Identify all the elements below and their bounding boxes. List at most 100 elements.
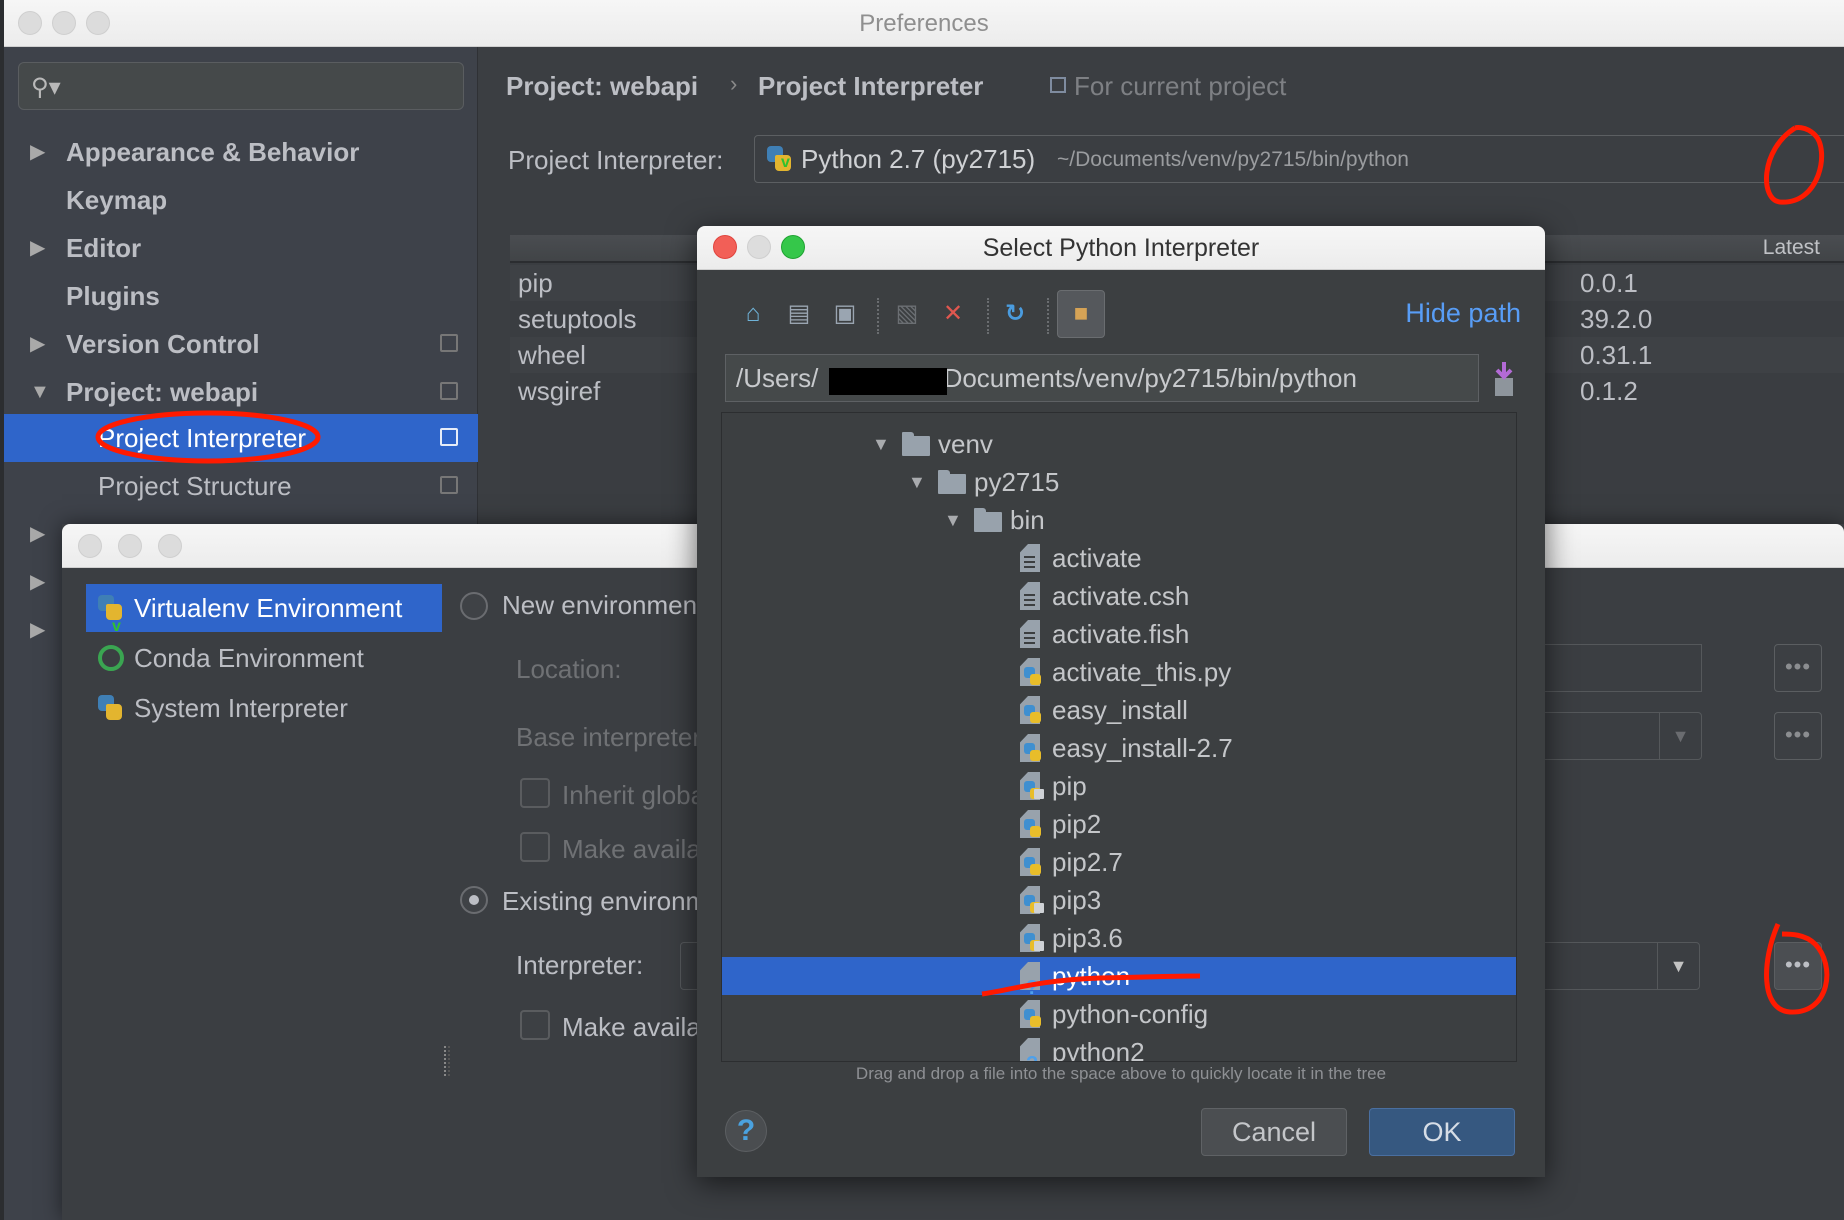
download-path-icon[interactable]	[1493, 362, 1515, 396]
new-environment-label: New environment	[502, 590, 705, 620]
tree-file[interactable]: activate.csh	[722, 577, 1516, 615]
hide-path-link[interactable]: Hide path	[1405, 298, 1521, 329]
tree-file[interactable]: activate_this.py	[722, 653, 1516, 691]
text-file-icon	[1020, 544, 1040, 572]
settings-search-input[interactable]: ⚲▾	[18, 62, 464, 110]
path-input[interactable]: /Users//Documents/venv/py2715/bin/python	[725, 354, 1479, 402]
location-label: Location:	[516, 654, 622, 684]
expand-arrow-icon[interactable]: ▶	[30, 128, 45, 176]
delete-icon[interactable]: ✕	[935, 296, 971, 332]
expand-arrow-icon[interactable]: ▶	[30, 224, 45, 272]
python-icon	[1024, 705, 1042, 723]
sidebar-item-appearance[interactable]: ▶ Appearance & Behavior	[4, 128, 478, 176]
tree-file[interactable]: pip2	[722, 805, 1516, 843]
new-environment-radio[interactable]	[460, 592, 488, 620]
folder-icon	[902, 432, 930, 456]
interpreter-label: Interpreter:	[516, 950, 644, 980]
file-tree[interactable]: ▼ venv ▼ py2715 ▼ bin activate activate.csh acti…	[721, 412, 1517, 1062]
tree-file[interactable]: python-config	[722, 995, 1516, 1033]
breadcrumb-project[interactable]: Project: webapi	[506, 71, 698, 102]
show-hidden-files-icon[interactable]: ■	[1057, 290, 1105, 338]
collapse-arrow-icon[interactable]: ▼	[944, 501, 962, 539]
make-available-checkbox[interactable]	[520, 832, 550, 862]
tree-file[interactable]: ? python	[722, 957, 1516, 999]
sidebar-item-version-control[interactable]: ▶ Version Control	[4, 320, 478, 368]
project-settings-icon	[440, 382, 458, 400]
env-type-system[interactable]: System Interpreter	[86, 684, 442, 732]
expand-arrow-icon[interactable]: ▶	[30, 558, 45, 606]
tree-folder[interactable]: ▼ venv	[722, 425, 1516, 463]
breadcrumb-current: Project Interpreter	[758, 71, 984, 101]
tree-file[interactable]: easy_install	[722, 691, 1516, 729]
tree-folder[interactable]: ▼ bin	[722, 501, 1516, 539]
minimize-button[interactable]	[118, 534, 142, 558]
redacted-username	[829, 368, 947, 395]
tree-item-label: python2	[1052, 1037, 1145, 1062]
zoom-button[interactable]	[158, 534, 182, 558]
sidebar-item-project[interactable]: ▼ Project: webapi	[4, 368, 478, 416]
sidebar-item-plugins[interactable]: Plugins	[4, 272, 478, 320]
existing-interpreter-browse-button[interactable]: •••	[1774, 942, 1822, 990]
collapse-arrow-icon[interactable]: ▼	[908, 463, 926, 501]
project-folder-icon[interactable]: ▣	[827, 296, 863, 332]
tree-file[interactable]: activate.fish	[722, 615, 1516, 653]
window-title: Preferences	[859, 10, 989, 37]
folder-icon	[938, 470, 966, 494]
drag-drop-hint: Drag and drop a file into the space abov…	[855, 1064, 1387, 1083]
tree-item-label: pip	[1052, 771, 1087, 801]
existing-environment-radio[interactable]	[460, 886, 488, 914]
tree-item-label: activate.csh	[1052, 581, 1190, 611]
tree-file[interactable]: ? python2	[722, 1033, 1516, 1062]
expand-arrow-icon[interactable]: ▶	[30, 510, 45, 558]
tree-file[interactable]: pip3.6	[722, 919, 1516, 957]
tree-item-label: py2715	[974, 467, 1060, 497]
env-type-virtualenv[interactable]: v Virtualenv Environment	[86, 584, 442, 635]
expand-arrow-icon[interactable]: ▶	[30, 320, 45, 368]
python-icon	[98, 695, 124, 721]
toolbar-separator	[1047, 298, 1049, 334]
tree-file[interactable]: pip2.7	[722, 843, 1516, 881]
tree-file[interactable]: easy_install-2.7	[722, 729, 1516, 767]
toolbar-separator	[987, 298, 989, 334]
python-virtualenv-icon: v	[98, 595, 124, 635]
new-folder-icon[interactable]: ▧	[889, 296, 925, 332]
lock-icon	[1034, 789, 1044, 799]
column-latest[interactable]: Latest	[1763, 236, 1820, 260]
tree-folder[interactable]: ▼ py2715	[722, 463, 1516, 501]
tree-item-label: pip2.7	[1052, 847, 1123, 877]
collapse-arrow-icon[interactable]: ▼	[30, 368, 50, 416]
base-interpreter-browse-button[interactable]: •••	[1774, 712, 1822, 760]
tree-item-label: easy_install-2.7	[1052, 733, 1233, 763]
tree-item-label: venv	[938, 429, 993, 459]
python-icon	[1024, 1009, 1042, 1027]
expand-arrow-icon[interactable]: ▶	[30, 606, 45, 654]
refresh-icon[interactable]: ↻	[997, 296, 1033, 332]
resize-handle[interactable]	[444, 1046, 450, 1076]
sidebar-item-project-structure[interactable]: Project Structure	[4, 462, 478, 510]
dialog-title: Select Python Interpreter	[982, 234, 1260, 262]
desktop-icon[interactable]: ▤	[781, 296, 817, 332]
tree-file[interactable]: activate	[722, 539, 1516, 577]
help-button[interactable]: ?	[725, 1110, 767, 1152]
collapse-arrow-icon[interactable]: ▼	[872, 425, 890, 463]
env-type-conda[interactable]: Conda Environment	[86, 634, 442, 682]
make-available-all-checkbox[interactable]	[520, 1010, 550, 1040]
home-icon[interactable]: ⌂	[735, 296, 771, 332]
location-browse-button[interactable]: •••	[1774, 644, 1822, 692]
breadcrumb-separator: ›	[730, 71, 738, 96]
sidebar-item-keymap[interactable]: Keymap	[4, 176, 478, 224]
tree-file[interactable]: pip3	[722, 881, 1516, 919]
toolbar-separator	[877, 298, 879, 334]
lock-icon	[1034, 903, 1044, 913]
tree-file[interactable]: pip	[722, 767, 1516, 805]
sidebar-item-editor[interactable]: ▶ Editor	[4, 224, 478, 272]
interpreter-dropdown[interactable]: v Python 2.7 (py2715) ~/Documents/venv/p…	[754, 135, 1844, 183]
folder-icon	[974, 508, 1002, 532]
ok-button[interactable]: OK	[1369, 1108, 1515, 1156]
project-settings-icon	[440, 476, 458, 494]
inherit-global-checkbox[interactable]	[520, 778, 550, 808]
project-settings-icon	[440, 334, 458, 352]
cancel-button[interactable]: Cancel	[1201, 1108, 1347, 1156]
sidebar-item-project-interpreter[interactable]: Project Interpreter	[4, 414, 478, 462]
close-button[interactable]	[78, 534, 102, 558]
